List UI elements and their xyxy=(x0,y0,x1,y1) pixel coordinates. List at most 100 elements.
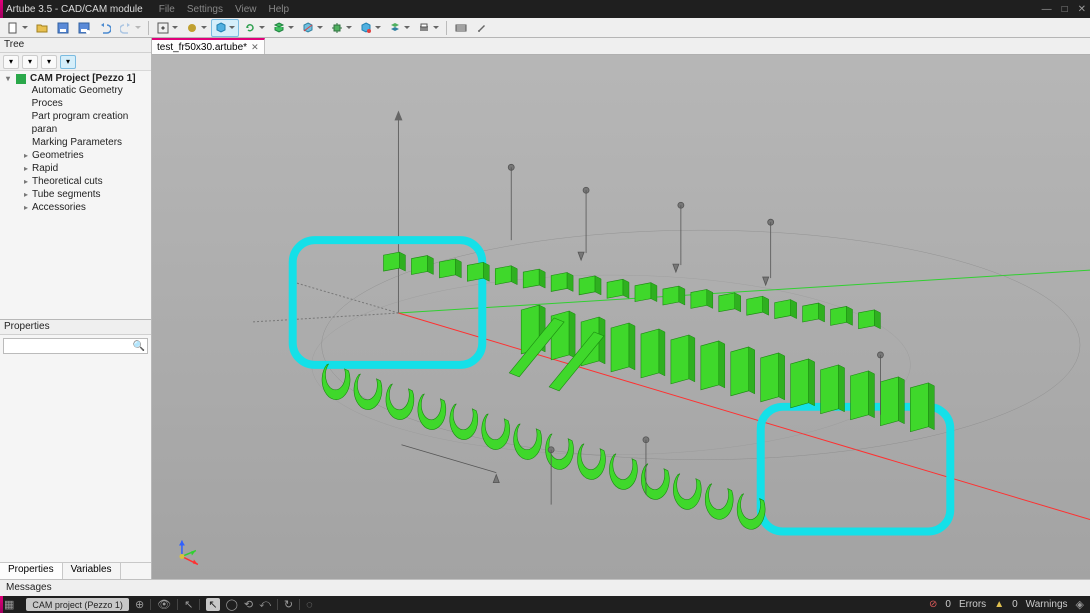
tree-expander-icon[interactable]: ▸ xyxy=(22,175,30,188)
tree-node[interactable]: ▸Accessories xyxy=(4,201,151,214)
document-tab-bar: test_fr50x30.artube* ✕ xyxy=(152,38,1090,55)
sb-refresh-icon[interactable]: ↻ xyxy=(284,598,293,611)
minimize-button[interactable]: — xyxy=(1042,4,1052,15)
status-right: ⊘ 0 Errors ▲ 0 Warnings ◈ xyxy=(929,598,1084,611)
tree-mode-button[interactable]: ▾ xyxy=(60,55,76,69)
undo-button[interactable] xyxy=(95,19,115,37)
save-button[interactable] xyxy=(53,19,73,37)
viewport-canvas[interactable] xyxy=(152,55,1090,579)
messages-header[interactable]: Messages xyxy=(0,579,1090,596)
menu-settings[interactable]: Settings xyxy=(187,4,223,15)
tree-expander-icon[interactable]: ▸ xyxy=(22,149,30,162)
tree-node-label: Automatic Geometry Proces xyxy=(32,84,151,110)
sb-clock-icon[interactable]: ◌ xyxy=(306,599,313,611)
redo-button[interactable] xyxy=(116,19,144,37)
tree-node-label: Accessories xyxy=(32,201,86,214)
sb-cursor-icon[interactable]: ↖ xyxy=(206,598,219,611)
warnings-icon[interactable]: ▲ xyxy=(994,599,1004,610)
transform-button[interactable] xyxy=(327,19,355,37)
status-separator xyxy=(177,599,178,610)
sb-eye-icon[interactable]: 👁 xyxy=(157,598,171,611)
content-area: Tree ▾ ▾ ▾ ▾ ▾ CAM Project [Pezzo 1] Aut… xyxy=(0,38,1090,579)
tree-filter-button[interactable]: ▾ xyxy=(41,55,57,69)
status-separator xyxy=(299,599,300,610)
toolbar-separator xyxy=(148,21,149,35)
properties-header: Properties xyxy=(0,320,151,335)
open-button[interactable] xyxy=(32,19,52,37)
tree-node[interactable]: ▸Geometries xyxy=(4,149,151,162)
print-button[interactable] xyxy=(414,19,442,37)
properties-panel: Properties 🔍 Properties Variables xyxy=(0,319,151,579)
viewport[interactable]: test_fr50x30.artube* ✕ xyxy=(152,38,1090,579)
menu-file[interactable]: File xyxy=(159,4,175,15)
section-button[interactable] xyxy=(298,19,326,37)
layers-button[interactable] xyxy=(385,19,413,37)
window-controls: — □ ✕ xyxy=(1042,4,1086,15)
tree-node[interactable]: ▸Tube segments xyxy=(4,188,151,201)
sb-globe-icon[interactable]: ⊕ xyxy=(135,598,144,611)
tree-node[interactable]: ▸Theoretical cuts xyxy=(4,175,151,188)
tree-toolbar: ▾ ▾ ▾ ▾ xyxy=(0,53,151,71)
titlebar-accent xyxy=(0,0,3,18)
properties-search[interactable]: 🔍 xyxy=(3,338,148,354)
document-tab-close-icon[interactable]: ✕ xyxy=(251,42,259,53)
tree-node[interactable]: Marking Parameters xyxy=(4,136,151,149)
nvidia-icon[interactable]: ◈ xyxy=(1076,598,1084,611)
sb-circle-icon[interactable]: ◯ xyxy=(226,598,238,611)
toolbar-separator xyxy=(446,21,447,35)
warnings-count: 0 xyxy=(1012,599,1018,610)
tree-node-label: Theoretical cuts xyxy=(32,175,103,188)
properties-search-input[interactable] xyxy=(4,339,147,353)
status-separator xyxy=(150,599,151,610)
search-icon[interactable]: 🔍 xyxy=(133,341,145,352)
errors-icon[interactable]: ⊘ xyxy=(929,599,937,610)
tree-node-label: Part program creation paran xyxy=(32,110,151,136)
sb-loop2-icon[interactable]: ⤺ xyxy=(259,598,271,611)
dashboard-button[interactable] xyxy=(451,19,471,37)
sb-loop1-icon[interactable]: ⟲ xyxy=(244,598,253,611)
tab-properties[interactable]: Properties xyxy=(0,563,63,579)
menu-view[interactable]: View xyxy=(235,4,257,15)
titlebar: Artube 3.5 - CAD/CAM module File Setting… xyxy=(0,0,1090,18)
new-button[interactable] xyxy=(3,19,31,37)
properties-body xyxy=(0,357,151,562)
close-button[interactable]: ✕ xyxy=(1078,4,1086,15)
view-cube-button[interactable] xyxy=(211,19,239,37)
status-project-chip[interactable]: CAM project (Pezzo 1) xyxy=(26,598,129,611)
left-panel: Tree ▾ ▾ ▾ ▾ ▾ CAM Project [Pezzo 1] Aut… xyxy=(0,38,152,579)
tree-expander-icon[interactable]: ▸ xyxy=(22,201,30,214)
view-fit-button[interactable] xyxy=(153,19,181,37)
main-menu: File Settings View Help xyxy=(159,4,289,15)
restore-button[interactable]: □ xyxy=(1062,4,1068,15)
sb-pointer-icon[interactable]: ↖ xyxy=(184,598,193,611)
status-project-label: CAM project (Pezzo 1) xyxy=(32,600,123,610)
tree-node-label: Rapid xyxy=(32,162,58,175)
tree-expand-button[interactable]: ▾ xyxy=(3,55,19,69)
tree-node[interactable]: Automatic Geometry Proces xyxy=(4,84,151,110)
status-separator xyxy=(277,599,278,610)
refresh-button[interactable] xyxy=(240,19,268,37)
save-as-button[interactable] xyxy=(74,19,94,37)
tree-root-label: CAM Project [Pezzo 1] xyxy=(30,73,136,84)
tree-expander-icon[interactable]: ▸ xyxy=(22,162,30,175)
status-separator xyxy=(199,599,200,610)
tree-node[interactable]: ▸Rapid xyxy=(4,162,151,175)
visibility-button[interactable] xyxy=(356,19,384,37)
app-title: Artube 3.5 - CAD/CAM module xyxy=(6,4,143,15)
shading-button[interactable] xyxy=(182,19,210,37)
tree-collapse-button[interactable]: ▾ xyxy=(22,55,38,69)
status-project-icon[interactable]: ▦ xyxy=(4,598,14,611)
tree-root[interactable]: ▾ CAM Project [Pezzo 1] xyxy=(4,73,151,84)
tree-view[interactable]: ▾ CAM Project [Pezzo 1] Automatic Geomet… xyxy=(0,71,151,319)
tree-expander-icon[interactable]: ▾ xyxy=(4,74,12,83)
menu-help[interactable]: Help xyxy=(268,4,289,15)
document-tab-label: test_fr50x30.artube* xyxy=(157,42,247,53)
tab-variables[interactable]: Variables xyxy=(63,563,121,579)
main-toolbar xyxy=(0,18,1090,38)
tree-expander-icon[interactable]: ▸ xyxy=(22,188,30,201)
measure-button[interactable] xyxy=(269,19,297,37)
tree-node[interactable]: Part program creation paran xyxy=(4,110,151,136)
document-tab[interactable]: test_fr50x30.artube* ✕ xyxy=(152,38,265,54)
settings-button[interactable] xyxy=(472,19,492,37)
tree-header: Tree xyxy=(0,38,151,53)
